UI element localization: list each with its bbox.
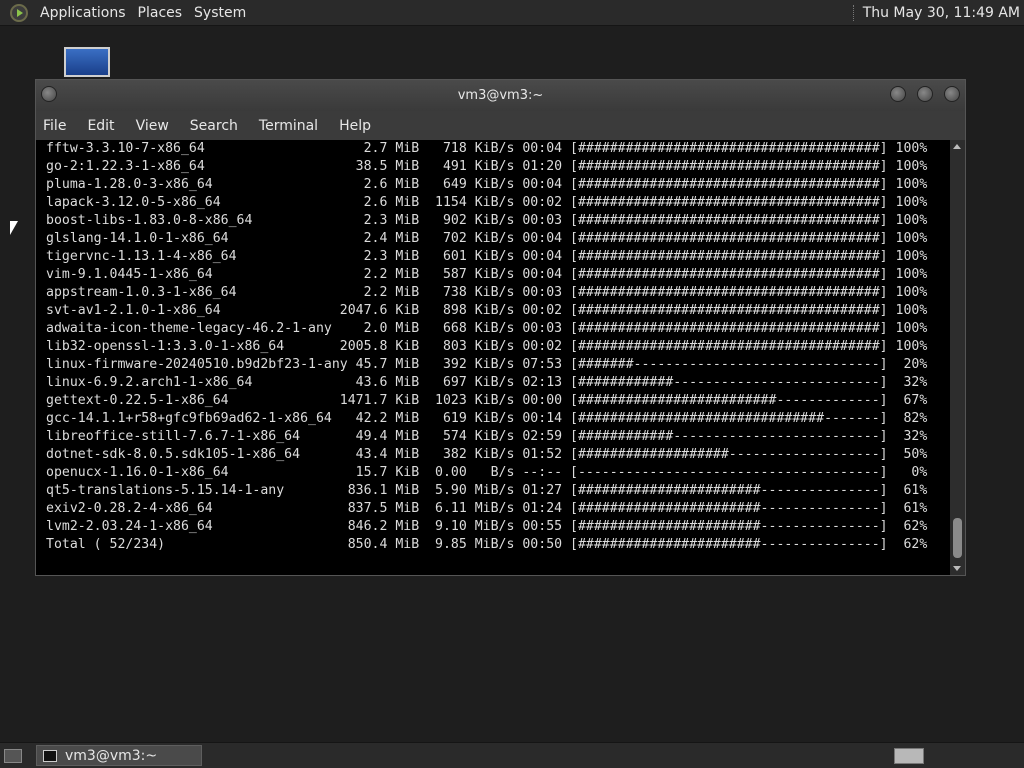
terminal-line: lib32-openssl-1:3.3.0-1-x86_64 2005.8 Ki…	[46, 339, 928, 354]
terminal-line: lvm2-2.03.24-1-x86_64 846.2 MiB 9.10 MiB…	[46, 519, 928, 534]
workspace-switcher[interactable]	[894, 747, 924, 764]
terminal-line: appstream-1.0.3-1-x86_64 2.2 MiB 738 KiB…	[46, 285, 928, 300]
terminal-line: adwaita-icon-theme-legacy-46.2-1-any 2.0…	[46, 321, 928, 336]
applications-menu[interactable]: Applications	[34, 5, 132, 21]
terminal-line: gettext-0.22.5-1-x86_64 1471.7 KiB 1023 …	[46, 393, 928, 408]
terminal-line: gcc-14.1.1+r58+gfc9fb69ad62-1-x86_64 42.…	[46, 411, 928, 426]
terminal-line: openucx-1.16.0-1-x86_64 15.7 KiB 0.00 B/…	[46, 465, 928, 480]
terminal-line: go-2:1.22.3-1-x86_64 38.5 MiB 491 KiB/s …	[46, 159, 928, 174]
top-panel: Applications Places System Thu May 30, 1…	[0, 0, 1024, 26]
window-titlebar[interactable]: vm3@vm3:~	[36, 80, 965, 111]
terminal-line: svt-av1-2.1.0-1-x86_64 2047.6 KiB 898 Ki…	[46, 303, 928, 318]
menu-edit[interactable]: Edit	[84, 118, 117, 134]
terminal-line: libreoffice-still-7.6.7-1-x86_64 49.4 Mi…	[46, 429, 928, 444]
computer-desktop-icon[interactable]	[64, 47, 110, 77]
show-desktop-icon[interactable]	[4, 748, 22, 763]
terminal-scrollbar[interactable]	[950, 140, 965, 575]
window-menu-icon[interactable]	[41, 86, 57, 102]
clock[interactable]: Thu May 30, 11:49 AM	[863, 5, 1020, 21]
menu-terminal[interactable]: Terminal	[256, 118, 321, 134]
terminal-line: qt5-translations-5.15.14-1-any 836.1 MiB…	[46, 483, 928, 498]
mate-logo-icon[interactable]	[10, 3, 28, 22]
terminal-icon	[43, 749, 57, 762]
mouse-cursor-icon	[10, 221, 18, 235]
scroll-up-icon[interactable]	[953, 144, 961, 149]
menu-view[interactable]: View	[133, 118, 172, 134]
terminal-line: boost-libs-1.83.0-8-x86_64 2.3 MiB 902 K…	[46, 213, 928, 228]
terminal-text: fftw-3.3.10-7-x86_64 2.7 MiB 718 KiB/s 0…	[36, 140, 950, 554]
panel-right-area: Thu May 30, 11:49 AM	[852, 4, 1024, 21]
terminal-line: tigervnc-1.13.1-4-x86_64 2.3 MiB 601 KiB…	[46, 249, 928, 264]
terminal-window: vm3@vm3:~ File Edit View Search Terminal…	[35, 79, 966, 576]
menu-file[interactable]: File	[40, 118, 69, 134]
taskbar-item-label: vm3@vm3:~	[65, 747, 158, 764]
bottom-panel: vm3@vm3:~	[0, 742, 1024, 768]
terminal-output[interactable]: fftw-3.3.10-7-x86_64 2.7 MiB 718 KiB/s 0…	[36, 140, 950, 575]
terminal-line: linux-firmware-20240510.b9d2bf23-1-any 4…	[46, 357, 928, 372]
system-menu[interactable]: System	[188, 5, 252, 21]
terminal-line: fftw-3.3.10-7-x86_64 2.7 MiB 718 KiB/s 0…	[46, 141, 928, 156]
menubar: File Edit View Search Terminal Help	[36, 111, 965, 140]
terminal-line: Total ( 52/234) 850.4 MiB 9.85 MiB/s 00:…	[46, 537, 928, 552]
menu-help[interactable]: Help	[336, 118, 374, 134]
window-title: vm3@vm3:~	[457, 88, 544, 103]
terminal-line: dotnet-sdk-8.0.5.sdk105-1-x86_64 43.4 Mi…	[46, 447, 928, 462]
minimize-icon[interactable]	[890, 86, 906, 102]
scroll-down-icon[interactable]	[953, 566, 961, 571]
terminal-line: linux-6.9.2.arch1-1-x86_64 43.6 MiB 697 …	[46, 375, 928, 390]
panel-separator	[852, 4, 855, 21]
places-menu[interactable]: Places	[132, 5, 189, 21]
terminal-line: vim-9.1.0445-1-x86_64 2.2 MiB 587 KiB/s …	[46, 267, 928, 282]
taskbar-item-terminal[interactable]: vm3@vm3:~	[36, 745, 202, 766]
terminal-line: pluma-1.28.0-3-x86_64 2.6 MiB 649 KiB/s …	[46, 177, 928, 192]
terminal-line: glslang-14.1.0-1-x86_64 2.4 MiB 702 KiB/…	[46, 231, 928, 246]
maximize-icon[interactable]	[917, 86, 933, 102]
terminal-line: lapack-3.12.0-5-x86_64 2.6 MiB 1154 KiB/…	[46, 195, 928, 210]
terminal-line: exiv2-0.28.2-4-x86_64 837.5 MiB 6.11 MiB…	[46, 501, 928, 516]
menu-search[interactable]: Search	[187, 118, 241, 134]
scrollbar-thumb[interactable]	[953, 518, 962, 558]
close-icon[interactable]	[944, 86, 960, 102]
